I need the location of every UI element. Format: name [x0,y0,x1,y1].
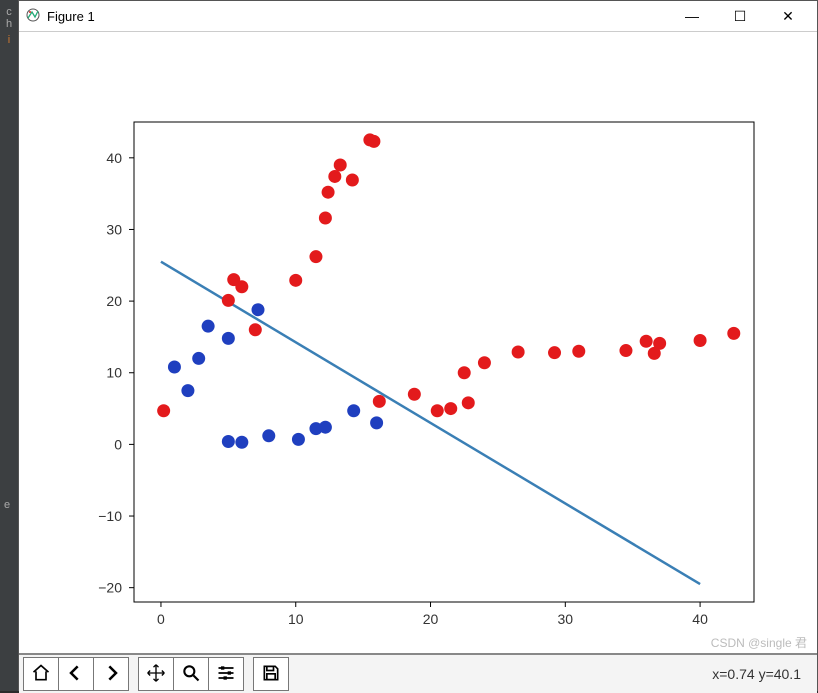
y-tick-label: 40 [106,150,122,166]
blue_points-point [235,436,248,449]
blue_points-point [370,416,383,429]
red_points-point [478,356,491,369]
red_points-point [328,170,341,183]
blue_points-point [192,352,205,365]
configure-button[interactable] [208,657,244,691]
red_points-point [334,158,347,171]
red_points-point [572,345,585,358]
minimize-button[interactable]: — [677,6,707,26]
maximize-button[interactable]: ☐ [725,6,755,26]
red_points-point [548,346,561,359]
blue_points-point [168,361,181,374]
move-icon [146,663,166,686]
red_points-point [235,280,248,293]
y-tick-label: 0 [114,436,122,452]
blue_points-point [202,320,215,333]
forward-button[interactable] [93,657,129,691]
red_points-point [458,366,471,379]
red_points-point [157,404,170,417]
red_points-point [619,344,632,357]
blue_points-point [319,421,332,434]
arrow-right-icon [101,663,121,686]
red_points-point [512,345,525,358]
y-tick-label: 30 [106,221,122,237]
arrow-left-icon [66,663,86,686]
blue_points-point [262,429,275,442]
red_points-point [373,395,386,408]
fit-line [161,262,700,584]
x-tick-label: 30 [558,611,574,627]
app-icon [25,7,41,26]
window-title: Figure 1 [47,9,95,24]
ide-gutter: c h i e [0,0,18,691]
x-tick-label: 10 [288,611,304,627]
magnify-icon [181,663,201,686]
figure-window: Figure 1 — ☐ ✕ 010203040−20−10010203040 … [18,0,818,691]
red_points-point [408,388,421,401]
blue_points-point [181,384,194,397]
blue_points-point [347,404,360,417]
red_points-point [653,337,666,350]
x-tick-label: 20 [423,611,439,627]
red_points-point [640,335,653,348]
back-button[interactable] [58,657,94,691]
blue_points-point [222,332,235,345]
plot-svg: 0 10 20 30 40 −20 −10 0 10 20 30 40 [19,32,817,653]
save-button[interactable] [253,657,289,691]
red_points-point [694,334,707,347]
red_points-point [222,294,235,307]
red_points-point [462,396,475,409]
titlebar: Figure 1 — ☐ ✕ [19,1,817,32]
zoom-button[interactable] [173,657,209,691]
sliders-icon [216,663,236,686]
cursor-coordinates: x=0.74 y=40.1 [712,666,813,682]
blue_points-point [252,303,265,316]
red_points-point [289,274,302,287]
red_points-point [309,250,322,263]
pan-button[interactable] [138,657,174,691]
axes-frame [134,122,754,602]
red_points-point [249,323,262,336]
y-tick-label: −10 [98,508,122,524]
x-tick-label: 40 [692,611,708,627]
x-tick-label: 0 [157,611,165,627]
blue_points-point [222,435,235,448]
red_points-point [322,186,335,199]
red_points-point [431,404,444,417]
mpl-toolbar: x=0.74 y=40.1 [19,653,817,693]
home-icon [31,663,51,686]
y-tick-label: 20 [106,293,122,309]
red_points-point [346,174,359,187]
red_points-point [727,327,740,340]
red_points-point [367,135,380,148]
save-icon [261,663,281,686]
red_points-point [319,212,332,225]
blue_points-point [292,433,305,446]
home-button[interactable] [23,657,59,691]
y-tick-label: −20 [98,580,122,596]
y-tick-label: 10 [106,365,122,381]
close-button[interactable]: ✕ [773,6,803,26]
red_points-point [444,402,457,415]
figure-canvas[interactable]: 010203040−20−10010203040 CSDN @single 君 [19,32,817,653]
